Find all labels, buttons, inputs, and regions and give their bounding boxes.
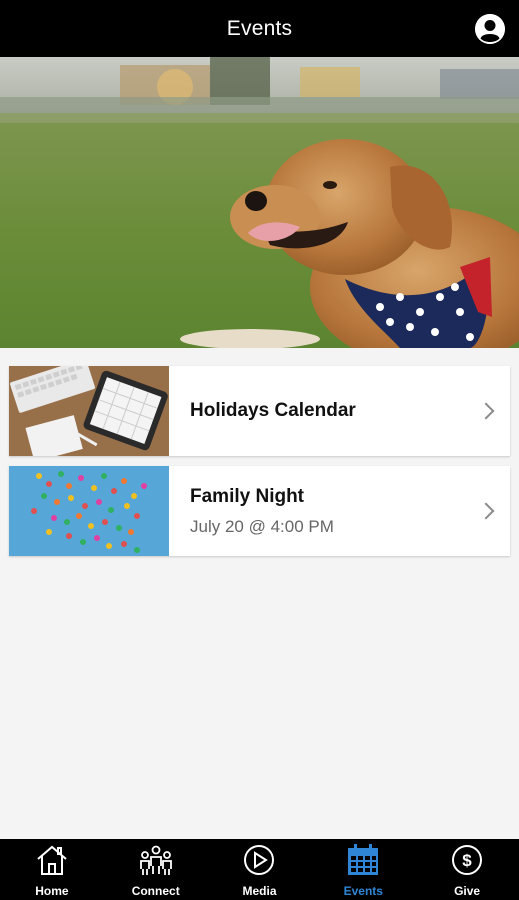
tab-label: Home <box>35 884 69 898</box>
event-item-family-night[interactable]: Family Night July 20 @ 4:00 PM <box>9 466 510 556</box>
event-thumbnail <box>9 366 169 456</box>
calendar-icon <box>347 842 379 878</box>
tab-connect[interactable]: Connect <box>104 839 208 900</box>
tab-home[interactable]: Home <box>0 839 104 900</box>
header-bar: Events <box>0 0 519 57</box>
home-icon <box>35 842 69 878</box>
event-list: Holidays Calendar Family Night July 20 @… <box>9 366 510 566</box>
tab-label: Events <box>343 884 383 898</box>
people-icon <box>138 842 174 878</box>
event-date: July 20 @ 4:00 PM <box>190 516 334 536</box>
event-title: Holidays Calendar <box>190 400 356 421</box>
event-thumbnail <box>9 466 169 556</box>
dollar-icon: $ <box>451 842 483 878</box>
play-icon <box>243 842 275 878</box>
chevron-right-icon <box>477 502 495 520</box>
bottom-tab-bar: Home Connect Media Events $ Give <box>0 839 519 900</box>
event-title: Family Night <box>190 485 305 507</box>
tab-media[interactable]: Media <box>208 839 312 900</box>
tab-give[interactable]: $ Give <box>415 839 519 900</box>
hero-image <box>0 57 519 348</box>
tab-label: Connect <box>131 884 180 898</box>
tab-label: Media <box>242 884 277 898</box>
chevron-right-icon <box>477 402 495 420</box>
profile-icon[interactable] <box>475 14 505 44</box>
tab-label: Give <box>454 884 481 898</box>
page-title: Events <box>226 16 293 40</box>
tab-events[interactable]: Events <box>311 839 415 900</box>
svg-text:$: $ <box>462 851 472 870</box>
event-item-holidays-calendar[interactable]: Holidays Calendar <box>9 366 510 456</box>
